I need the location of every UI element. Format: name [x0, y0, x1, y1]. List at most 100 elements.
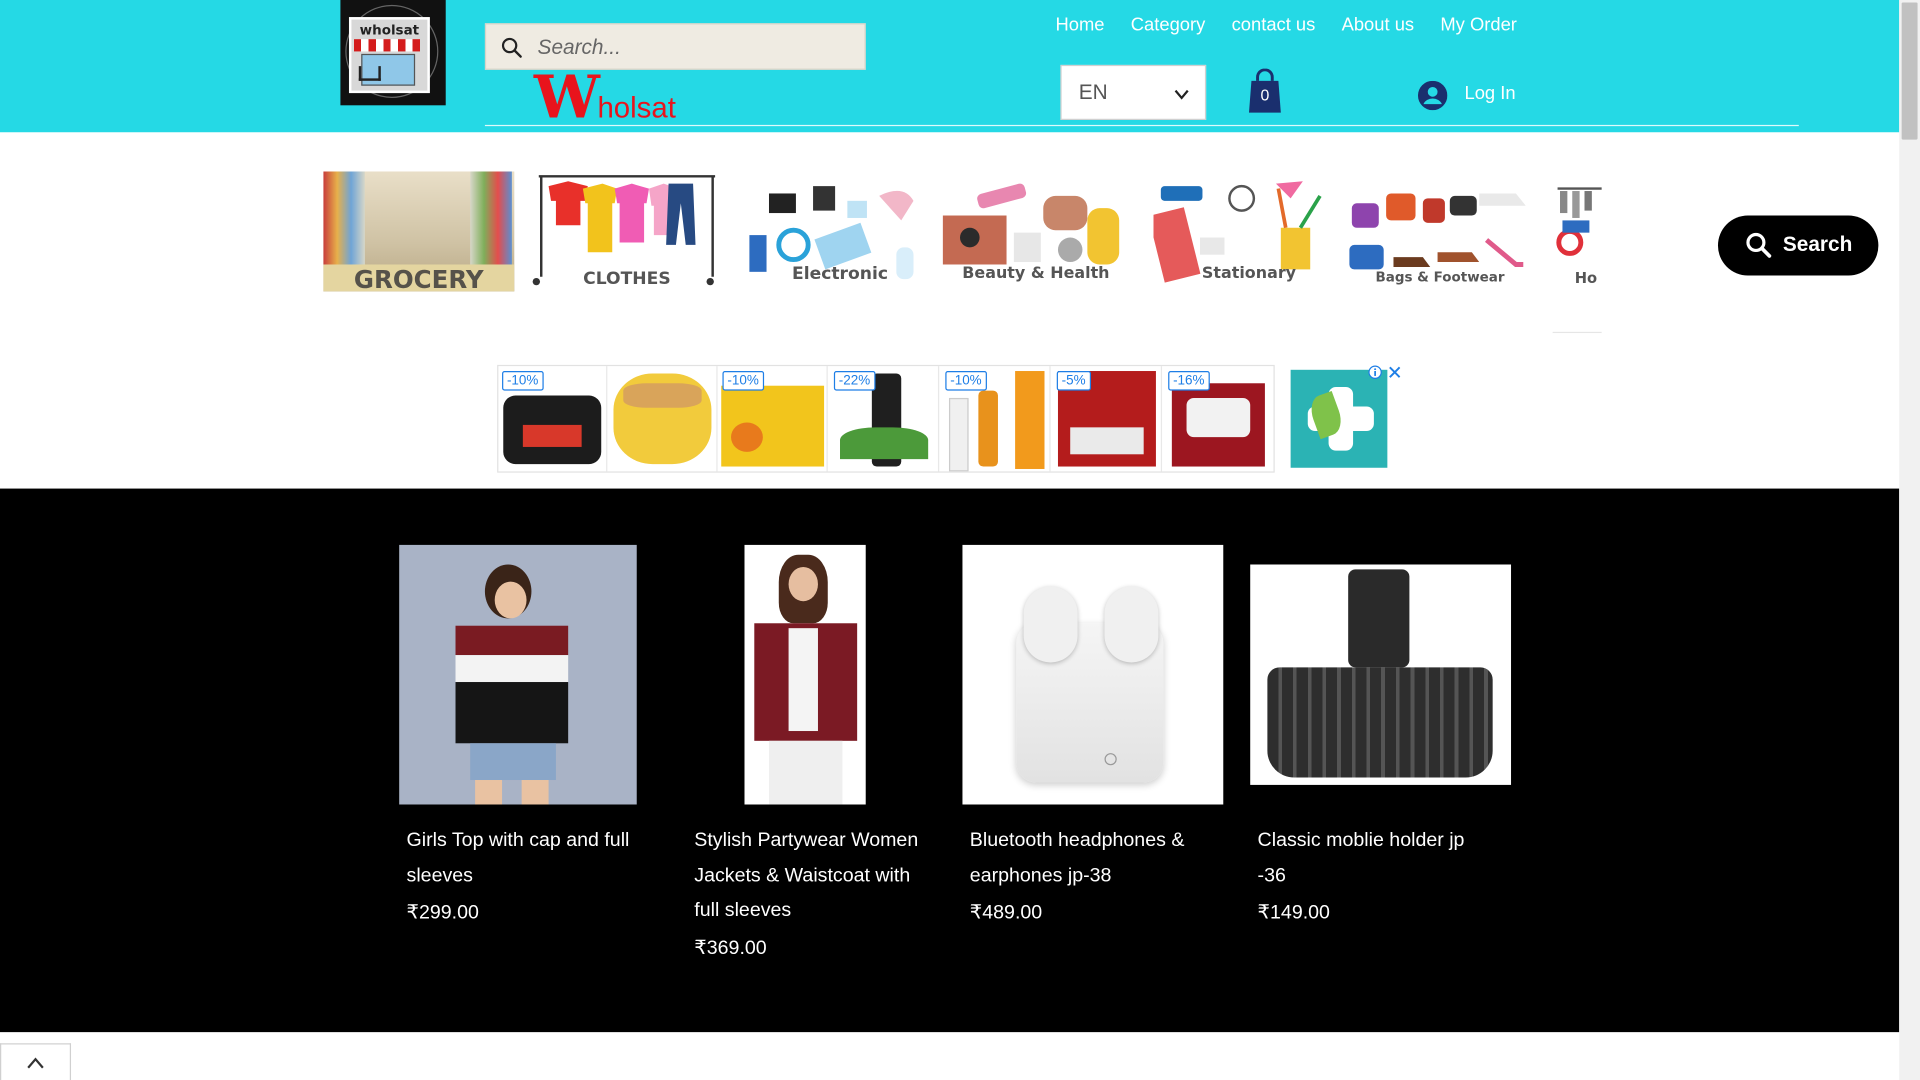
ad-product[interactable]: -10%: [498, 366, 608, 472]
category-strip: GROCERY CLOTHES Electronic Beauty & Heal…: [323, 171, 1603, 293]
model-face: [788, 566, 818, 602]
nav-about-us[interactable]: About us: [1342, 15, 1415, 36]
category-label: Electronic: [791, 264, 889, 285]
ad-product-lid-art: [623, 383, 702, 408]
product-image: [399, 544, 637, 805]
denim-shorts: [470, 743, 556, 781]
ad-product-leaf-art: [840, 427, 929, 460]
ad-product-jar-art: [1186, 397, 1251, 438]
brand-wordmark-rest: holsat: [597, 91, 676, 125]
nav-category[interactable]: Category: [1131, 15, 1206, 36]
ad-product[interactable]: -16%: [1164, 366, 1273, 471]
ad-product[interactable]: -10%: [719, 366, 828, 472]
nav-contact-us[interactable]: contact us: [1232, 15, 1316, 36]
ad-discount-badge: -5%: [1056, 371, 1091, 391]
logo-cart-icon: [358, 66, 381, 81]
model-leg-right: [521, 780, 549, 805]
nav-my-order[interactable]: My Order: [1440, 15, 1517, 36]
product-name: Bluetooth headphones & earphones jp-38: [969, 830, 1185, 886]
ad-close-icon[interactable]: [1387, 365, 1402, 380]
logo-text: wholsat: [359, 22, 420, 38]
product-price: ₹369.00: [694, 937, 767, 959]
ad-banner-health[interactable]: [1290, 369, 1388, 468]
chevron-up-icon: [27, 1057, 44, 1069]
ad-discount-badge: -10%: [945, 371, 987, 391]
earbud-left: [1023, 586, 1078, 663]
cart-count: 0: [1260, 85, 1270, 105]
chevron-down-icon: [1174, 89, 1189, 100]
language-value: EN: [1078, 80, 1108, 105]
category-label: Ho: [1574, 269, 1598, 287]
ad-discount-badge: -10%: [722, 371, 764, 391]
logo-sign: wholsat: [348, 17, 430, 94]
top-black-band: [455, 682, 569, 744]
ad-product-image: [948, 397, 969, 472]
search-icon: [501, 37, 522, 58]
login-label: Log In: [1464, 83, 1516, 105]
grocery-shelf-right: [470, 171, 512, 265]
category-bags-footwear[interactable]: Bags & Footwear: [1345, 171, 1536, 291]
language-select[interactable]: EN: [1060, 64, 1207, 121]
product-name: Stylish Partywear Women Jackets & Waistc…: [694, 830, 919, 921]
category-clothes[interactable]: CLOTHES: [531, 171, 722, 291]
vertical-scrollbar[interactable]: [1899, 0, 1920, 1080]
nav-home[interactable]: Home: [1056, 15, 1105, 36]
scrollbar-thumb[interactable]: [1901, 2, 1918, 140]
product-image: [744, 544, 866, 805]
ad-product-bottle-art: [978, 390, 998, 467]
brand-wordmark[interactable]: Wholsat: [534, 69, 676, 128]
white-pants: [768, 740, 843, 805]
product-name: Classic moblie holder jp -36: [1257, 830, 1465, 886]
floating-search-label: Search: [1782, 232, 1853, 256]
main-nav: Home Category contact us About us My Ord…: [1056, 15, 1538, 42]
ad-discount-badge: -10%: [502, 371, 544, 391]
brand-wordmark-w: W: [533, 63, 600, 133]
category-label: GROCERY: [323, 264, 515, 292]
grocery-shelf-left: [323, 171, 365, 265]
top-red-band: [455, 625, 569, 656]
product-price: ₹489.00: [969, 902, 1043, 924]
cart-button[interactable]: 0: [1247, 68, 1284, 116]
back-to-top-button[interactable]: [0, 1043, 72, 1080]
category-label: Bags & Footwear: [1375, 269, 1505, 286]
ad-product-label-art: [522, 424, 582, 447]
ad-product[interactable]: -22%: [830, 366, 940, 472]
site-logo[interactable]: wholsat: [340, 0, 446, 106]
product-grid: Girls Top with cap and full sleeves ₹299…: [0, 488, 1900, 1033]
search-icon: [1746, 232, 1772, 258]
category-label: CLOTHES: [583, 269, 671, 289]
product-name: Girls Top with cap and full sleeves: [406, 830, 630, 886]
earbud-right: [1104, 586, 1159, 663]
product-price: ₹299.00: [406, 902, 479, 924]
product-image: [1250, 564, 1512, 785]
header-divider: [484, 124, 1799, 127]
category-grocery[interactable]: GROCERY: [323, 171, 515, 292]
user-avatar-icon: [1417, 80, 1448, 111]
case-button: [1104, 753, 1117, 766]
holder-back-plate: [1348, 569, 1410, 668]
page-below-fold: [0, 1032, 1900, 1080]
category-strip-divider: [1552, 331, 1602, 334]
ad-product-fruit-art: [731, 422, 763, 452]
product-image: [962, 544, 1224, 805]
category-label: Stationary: [1201, 264, 1297, 283]
white-top: [788, 628, 818, 732]
ad-product[interactable]: [609, 366, 718, 472]
product-price: ₹149.00: [1257, 902, 1330, 924]
holder-tray: [1267, 667, 1493, 778]
ad-product[interactable]: -5%: [1053, 366, 1163, 472]
category-electronic[interactable]: Electronic: [744, 171, 935, 291]
logo-awning: [353, 39, 421, 52]
category-stationary[interactable]: Stationary: [1153, 171, 1344, 291]
ad-discount-badge: -16%: [1168, 371, 1210, 391]
floating-search-button[interactable]: Search: [1717, 215, 1879, 276]
page: wholsat Wholsat Home Category contact us…: [0, 0, 1920, 1080]
site-header: wholsat Wholsat Home Category contact us…: [0, 0, 1900, 133]
model-face: [494, 581, 527, 619]
ad-discount-badge: -22%: [833, 371, 876, 391]
ad-info-icon[interactable]: [1368, 365, 1383, 380]
category-beauty-health[interactable]: Beauty & Health: [940, 171, 1131, 291]
model-leg-left: [475, 780, 503, 805]
ad-product[interactable]: -10%: [942, 366, 1051, 472]
category-home[interactable]: Ho: [1553, 171, 1603, 291]
